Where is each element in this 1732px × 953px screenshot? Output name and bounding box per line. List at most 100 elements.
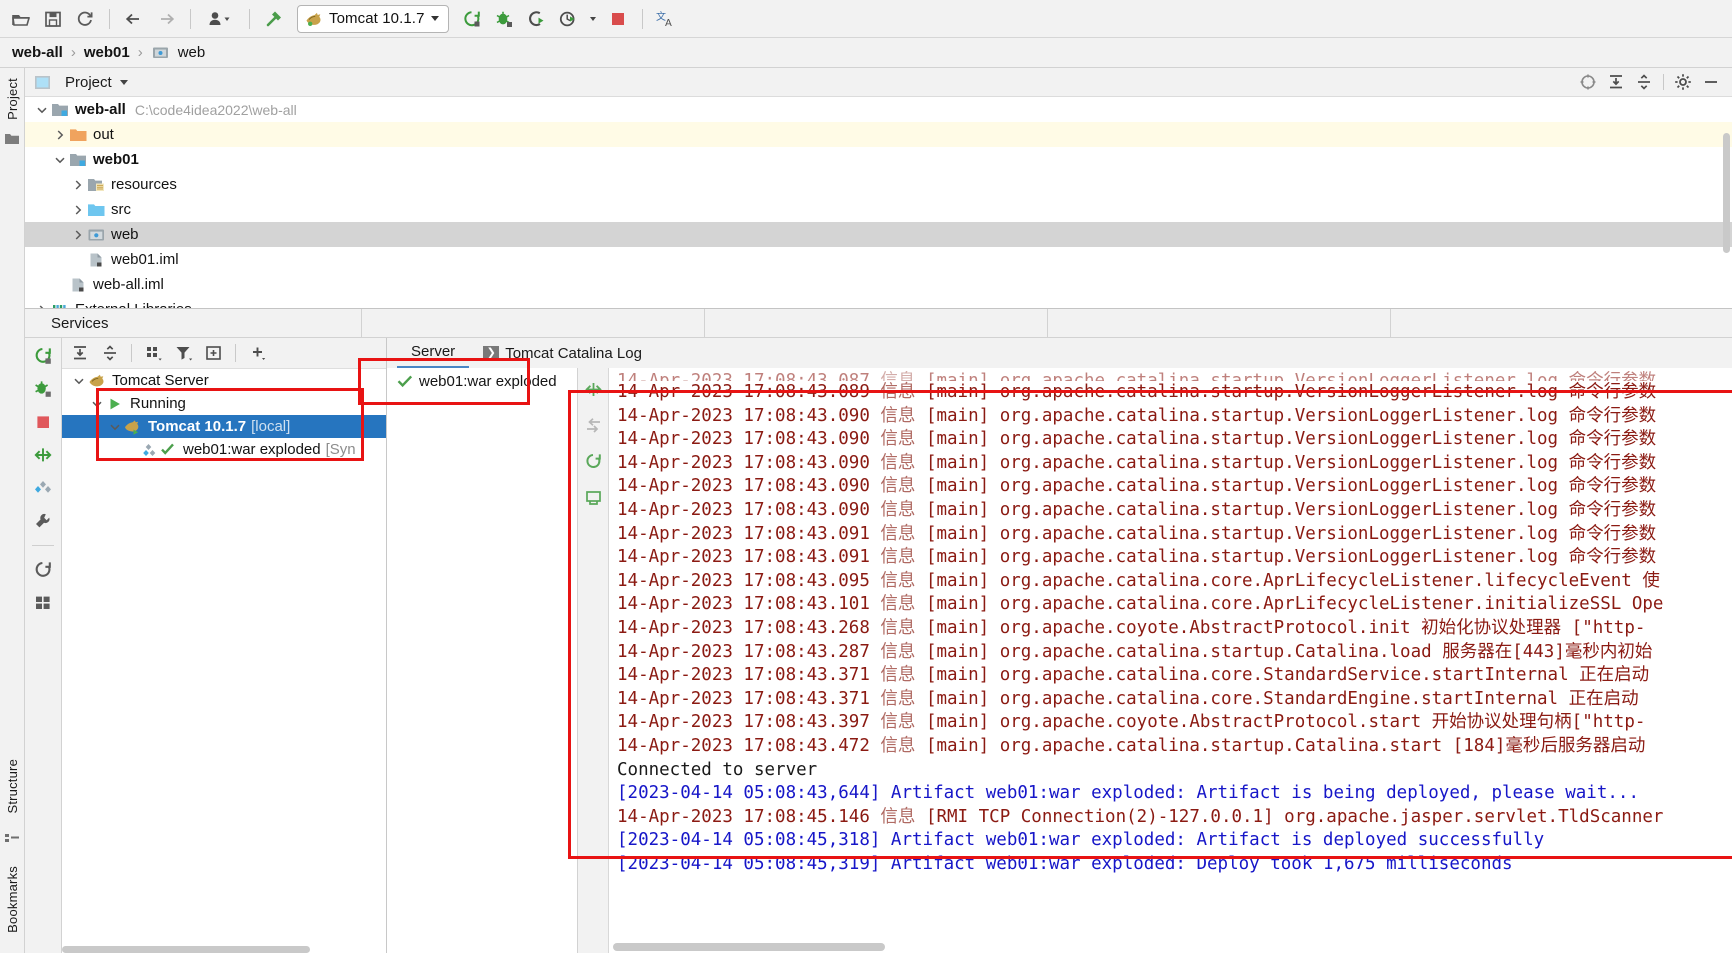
group-by-icon[interactable]	[140, 341, 167, 365]
services-tree[interactable]: Tomcat ServerRunningTomcat 10.1.7[local]…	[62, 369, 386, 953]
log-timestamp: 14-Apr-2023 17:08:43.371	[617, 689, 880, 709]
gear-icon[interactable]	[1674, 73, 1692, 91]
project-tree[interactable]: web-allC:\code4idea2022\web-alloutweb01r…	[25, 97, 1732, 308]
chevron-right-icon[interactable]	[33, 301, 51, 309]
collapse-all-icon[interactable]	[1635, 73, 1653, 91]
log-message: [main] org.apache.coyote.AbstractProtoco…	[915, 712, 1645, 732]
log-message: [main] org.apache.catalina.startup.Versi…	[915, 547, 1656, 567]
chevron-down-icon[interactable]	[33, 101, 51, 119]
chevron-right-icon[interactable]	[69, 226, 87, 244]
log-timestamp: 14-Apr-2023 17:08:43.090	[617, 429, 880, 449]
chevron-down-icon[interactable]	[120, 80, 128, 85]
tool-window-structure[interactable]: Structure	[5, 755, 20, 818]
services-title[interactable]: Services	[51, 315, 361, 332]
module-icon	[69, 151, 88, 168]
services-tree-row-running[interactable]: Running	[62, 392, 386, 415]
save-all-icon[interactable]	[38, 5, 68, 33]
chevron-down-icon[interactable]	[70, 372, 88, 390]
filter-icon[interactable]	[170, 341, 197, 365]
log-timestamp: 14-Apr-2023 17:08:43.472	[617, 736, 880, 756]
forward-arrow-icon[interactable]	[151, 5, 181, 33]
tool-window-bookmarks[interactable]: Bookmarks	[5, 862, 20, 937]
debug-icon[interactable]	[489, 5, 519, 33]
chevron-right-icon[interactable]	[69, 176, 87, 194]
translate-icon[interactable]: 文A	[652, 5, 682, 33]
chevron-down-icon[interactable]	[88, 395, 106, 413]
wrench-settings-icon[interactable]	[30, 509, 56, 533]
services-tree-row-tomcat-server[interactable]: Tomcat Server	[62, 369, 386, 392]
project-tree-row-web[interactable]: web	[25, 222, 1732, 247]
log-timestamp: 14-Apr-2023 17:08:43.091	[617, 547, 880, 567]
collapse-all-icon[interactable]	[96, 341, 123, 365]
debug-rerun-icon[interactable]	[30, 377, 56, 401]
project-tree-row-web-all[interactable]: web-allC:\code4idea2022\web-all	[25, 97, 1732, 122]
project-tree-row-out[interactable]: out	[25, 122, 1732, 147]
expand-all-icon[interactable]	[66, 341, 93, 365]
log-timestamp: 14-Apr-2023 17:08:43.089	[617, 382, 880, 402]
resume-icon[interactable]	[30, 443, 56, 467]
sync-refresh-icon[interactable]	[70, 5, 100, 33]
back-arrow-icon[interactable]	[119, 5, 149, 33]
restart-icon[interactable]	[30, 558, 56, 582]
add-tab-icon[interactable]	[200, 341, 227, 365]
chevron-down-icon[interactable]	[431, 16, 439, 21]
chevron-right-icon[interactable]	[51, 126, 69, 144]
project-tree-row-web01[interactable]: web01	[25, 147, 1732, 172]
tab-tomcat-catalina-log[interactable]: ❯ Tomcat Catalina Log	[469, 339, 656, 368]
profiler-dropdown-icon[interactable]	[585, 5, 601, 33]
console-log-area[interactable]: 14-Apr-2023 17:08:43.087 信息 [main] org.a…	[609, 368, 1732, 953]
breadcrumb-item-web[interactable]: web	[178, 44, 206, 61]
breadcrumb-item-web01[interactable]: web01	[84, 44, 130, 61]
project-tree-row-src[interactable]: src	[25, 197, 1732, 222]
log-level: 信息	[880, 406, 915, 426]
tab-server[interactable]: Server	[397, 337, 469, 368]
breadcrumb-item-web-all[interactable]: web-all	[12, 44, 63, 61]
project-tree-scrollbar[interactable]	[1723, 133, 1730, 253]
services-tree-row-web01-war-exploded[interactable]: web01:war exploded[Syn	[62, 438, 386, 461]
add-service-icon[interactable]	[244, 341, 271, 365]
log-message: [main] org.apache.catalina.startup.Versi…	[915, 500, 1656, 520]
services-tree-hscrollbar[interactable]	[62, 946, 310, 953]
project-tree-row-resources[interactable]: resources	[25, 172, 1732, 197]
tool-window-project[interactable]: Project	[5, 74, 20, 124]
chevron-down-icon[interactable]	[51, 151, 69, 169]
log-level: 信息	[880, 594, 915, 614]
project-tree-row-web-all-iml[interactable]: web-all.iml	[25, 272, 1732, 297]
run-configuration-name: Tomcat 10.1.7	[329, 10, 425, 27]
log-timestamp: 14-Apr-2023 17:08:43.091	[617, 524, 880, 544]
stop-icon[interactable]	[30, 410, 56, 434]
project-tree-row-web01-iml[interactable]: web01.iml	[25, 247, 1732, 272]
scroll-to-end-icon[interactable]	[581, 378, 605, 400]
log-line-artifact: [2023-04-14 05:08:45,319] Artifact web01…	[617, 853, 1732, 877]
user-vcs-icon[interactable]	[200, 5, 240, 33]
print-icon[interactable]	[581, 486, 605, 508]
target-locate-icon[interactable]	[1579, 73, 1597, 91]
chevron-down-icon[interactable]	[106, 418, 124, 436]
expand-all-icon[interactable]	[1607, 73, 1625, 91]
iml-file-icon	[69, 276, 88, 293]
deployment-item-web01[interactable]: web01:war exploded	[387, 368, 577, 394]
restart-icon[interactable]	[581, 450, 605, 472]
resources-icon	[87, 176, 106, 193]
console-log-hscrollbar[interactable]	[613, 943, 885, 951]
soft-wrap-icon[interactable]	[581, 414, 605, 436]
log-message: [main] org.apache.catalina.startup.Versi…	[915, 429, 1656, 449]
profiler-icon[interactable]	[553, 5, 583, 33]
project-tree-row-external-libraries[interactable]: External Libraries	[25, 297, 1732, 308]
open-folder-icon[interactable]	[6, 5, 36, 33]
run-configuration-selector[interactable]: Tomcat 10.1.7	[297, 5, 449, 33]
log-line-artifact: [2023-04-14 05:08:43,644] Artifact web01…	[617, 782, 1732, 806]
rerun-icon[interactable]	[30, 344, 56, 368]
build-hammer-icon[interactable]	[259, 5, 289, 33]
stop-icon[interactable]	[603, 5, 633, 33]
chevron-right-icon[interactable]	[69, 201, 87, 219]
run-coverage-icon[interactable]	[521, 5, 551, 33]
run-icon[interactable]	[457, 5, 487, 33]
log-line-info: 14-Apr-2023 17:08:43.091 信息 [main] org.a…	[617, 523, 1732, 547]
grid-layout-icon[interactable]	[30, 591, 56, 615]
toolbar-divider-2	[235, 344, 236, 362]
services-tree-row-tomcat-10-1-7[interactable]: Tomcat 10.1.7[local]	[62, 415, 386, 438]
dataflow-icon[interactable]	[30, 476, 56, 500]
log-timestamp: 14-Apr-2023 17:08:43.095	[617, 571, 880, 591]
hide-panel-icon[interactable]	[1702, 73, 1720, 91]
